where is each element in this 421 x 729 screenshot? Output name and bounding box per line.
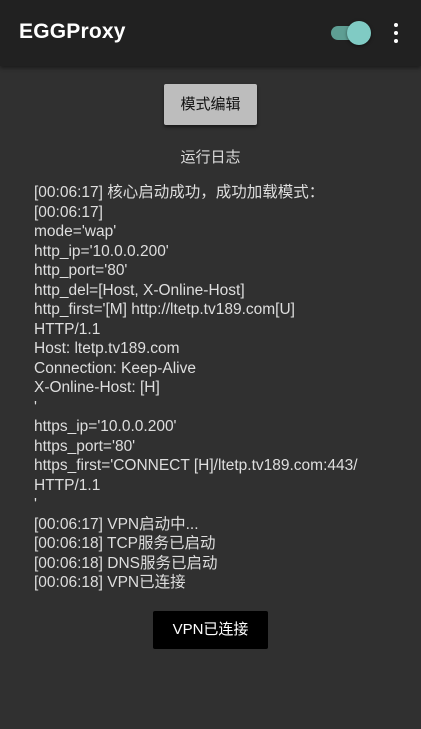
- switch-thumb: [347, 21, 371, 45]
- log-line: http_ip='10.0.0.200': [34, 242, 169, 260]
- log-line: http_port='80': [34, 262, 128, 279]
- log-line: ': [34, 398, 37, 416]
- menu-dot: [394, 23, 398, 27]
- vpn-toggle-switch[interactable]: [331, 21, 371, 45]
- menu-dot: [394, 31, 398, 35]
- mode-edit-button[interactable]: 模式编辑: [164, 84, 257, 125]
- log-line: HTTP/1.1: [34, 476, 101, 494]
- app-bar: EGGProxy: [0, 0, 421, 66]
- log-line: [00:06:17] VPN启动中...: [34, 515, 199, 533]
- app-screen: EGGProxy 模式编辑 运行日志 [00:06:17] 核心启动成功，成功加…: [0, 0, 421, 729]
- log-line: mode='wap': [34, 223, 117, 240]
- more-vert-icon[interactable]: [386, 21, 406, 45]
- log-line: HTTP/1.1: [34, 320, 101, 338]
- vpn-connect-button[interactable]: VPN已连接: [153, 611, 268, 649]
- log-title: 运行日志: [180, 149, 241, 166]
- log-line: http_del=[Host, X-Online-Host]: [34, 281, 245, 299]
- log-line: [00:06:17]: [34, 203, 103, 221]
- log-line: [00:06:18] TCP服务已启动: [34, 535, 216, 552]
- log-line: [00:06:18] DNS服务已启动: [34, 554, 218, 572]
- log-line: https_first='CONNECT [H]/ltetp.tv189.com…: [34, 457, 358, 474]
- log-line: ': [34, 496, 37, 513]
- log-line: [00:06:17] 核心启动成功，成功加载模式：: [34, 184, 325, 201]
- menu-dot: [394, 39, 398, 43]
- app-title: EGGProxy: [19, 20, 126, 43]
- log-line: X-Online-Host: [H]: [34, 379, 160, 396]
- log-line: http_first='[M] http://ltetp.tv189.com[U…: [34, 301, 295, 318]
- log-line: https_ip='10.0.0.200': [34, 418, 177, 435]
- log-line: Host: ltetp.tv189.com: [34, 340, 180, 357]
- log-line: Connection: Keep-Alive: [34, 359, 196, 377]
- log-line: https_port='80': [34, 437, 136, 455]
- log-line: [00:06:18] VPN已连接: [34, 574, 186, 591]
- log-output: [00:06:17] 核心启动成功，成功加载模式： [00:06:17] mode=…: [34, 183, 394, 593]
